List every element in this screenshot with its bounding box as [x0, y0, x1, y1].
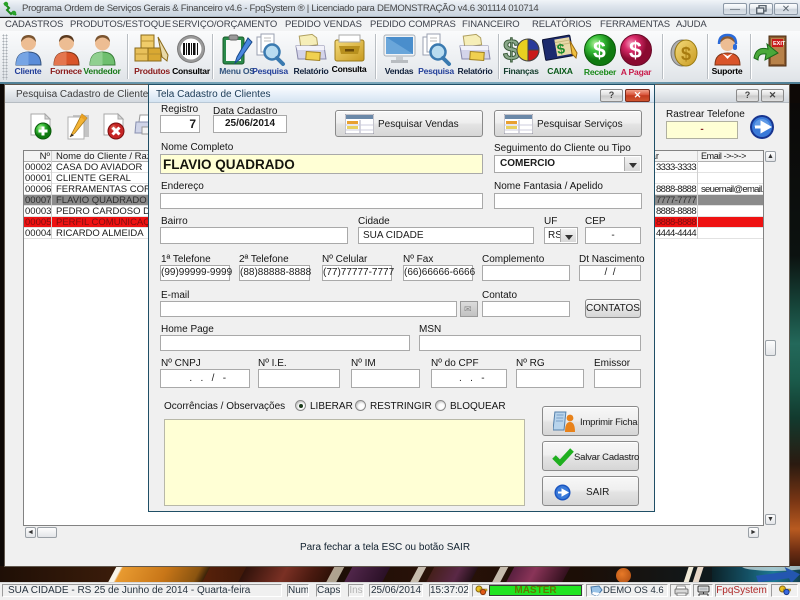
- svg-text:$: $: [629, 37, 642, 63]
- svg-text:$: $: [593, 37, 606, 63]
- svg-text:$: $: [681, 44, 691, 64]
- svg-text:EXIT: EXIT: [773, 41, 786, 47]
